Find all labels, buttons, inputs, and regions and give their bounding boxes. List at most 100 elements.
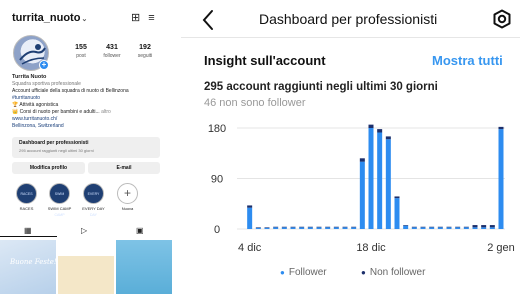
bar-follower[interactable] — [385, 139, 391, 229]
location-link[interactable]: Bellinzona, Switzerland — [12, 123, 64, 129]
bar-follower[interactable] — [420, 227, 426, 229]
bio-line: Account ufficiale della squadra di nuoto… — [12, 88, 129, 94]
bar-nonfollower[interactable] — [498, 126, 504, 130]
highlight-cover: RACES — [16, 183, 37, 204]
bar-nonfollower[interactable] — [307, 226, 313, 228]
highlight-cover: SWIM CAMP — [49, 183, 70, 217]
post-thumbnail[interactable]: Buone Feste! — [0, 240, 56, 294]
bar-follower[interactable] — [463, 227, 469, 229]
more-link[interactable]: altro — [101, 109, 111, 115]
bar-follower[interactable] — [255, 227, 261, 229]
hashtag-link[interactable]: #turritanuoto — [12, 95, 40, 101]
post-thumbnail[interactable] — [116, 240, 172, 294]
bar-nonfollower[interactable] — [281, 226, 287, 228]
bar-nonfollower[interactable] — [359, 158, 365, 162]
bar-follower[interactable] — [290, 227, 296, 229]
bar-nonfollower[interactable] — [455, 226, 461, 228]
bar-nonfollower[interactable] — [264, 227, 270, 228]
bar-nonfollower[interactable] — [489, 225, 495, 228]
reach-summary: 295 account raggiunti negli ultimi 30 gi… — [204, 81, 438, 93]
bar-follower[interactable] — [481, 227, 487, 229]
show-all-link[interactable]: Mostra tutti — [432, 53, 503, 68]
tagged-icon[interactable]: ▣ — [136, 226, 144, 235]
bar-follower[interactable] — [273, 227, 279, 229]
post-thumbnail[interactable] — [58, 240, 114, 294]
bar-follower[interactable] — [411, 227, 417, 229]
bar-nonfollower[interactable] — [385, 136, 391, 140]
bar-nonfollower[interactable] — [394, 196, 400, 199]
bar-follower[interactable] — [377, 132, 383, 229]
highlight-every-day[interactable]: EVERY DAY EVERY DAY — [82, 183, 105, 217]
stat-following[interactable]: 192 seguiti — [130, 44, 160, 59]
bar-nonfollower[interactable] — [333, 226, 339, 228]
header-divider — [181, 37, 520, 38]
bar-follower[interactable] — [472, 227, 478, 229]
bar-follower[interactable] — [342, 227, 348, 229]
bar-follower[interactable] — [489, 227, 495, 229]
bar-nonfollower[interactable] — [429, 226, 435, 228]
add-post-icon[interactable]: ⊞ — [131, 12, 140, 24]
bar-follower[interactable] — [333, 227, 339, 229]
bar-nonfollower[interactable] — [420, 226, 426, 228]
bar-nonfollower[interactable] — [411, 226, 417, 228]
bar-nonfollower[interactable] — [255, 227, 261, 228]
grid-icon[interactable]: ▦ — [24, 226, 32, 235]
back-arrow-icon[interactable] — [201, 9, 215, 31]
dashboard-subtitle: 295 account raggiunti negli ultimi 30 gi… — [19, 148, 94, 153]
add-story-icon[interactable]: + — [39, 60, 49, 70]
bar-follower[interactable] — [368, 128, 374, 229]
bar-follower[interactable] — [359, 161, 365, 229]
bar-nonfollower[interactable] — [290, 226, 296, 228]
bar-follower[interactable] — [325, 227, 331, 229]
highlight-label: RACES — [19, 206, 34, 211]
bar-nonfollower[interactable] — [351, 226, 357, 228]
edit-profile-button[interactable]: Modifica profilo — [12, 162, 85, 174]
bar-follower[interactable] — [351, 227, 357, 229]
bar-follower[interactable] — [307, 227, 313, 229]
bar-nonfollower[interactable] — [368, 124, 374, 128]
bar-follower[interactable] — [437, 227, 443, 229]
bar-follower[interactable] — [316, 227, 322, 229]
stat-followers[interactable]: 431 follower — [97, 44, 127, 59]
page-title: Dashboard per professionisti — [259, 11, 438, 27]
highlight-races[interactable]: RACES RACES — [16, 183, 37, 211]
bar-nonfollower[interactable] — [446, 226, 452, 228]
dashboard-card[interactable]: Dashboard per professionisti 295 account… — [12, 137, 160, 158]
bar-follower[interactable] — [403, 225, 409, 229]
bar-follower[interactable] — [299, 227, 305, 229]
bar-follower[interactable] — [394, 198, 400, 229]
bar-follower[interactable] — [446, 227, 452, 229]
email-button[interactable]: E-mail — [88, 162, 160, 174]
bar-follower[interactable] — [281, 227, 287, 229]
username-text: turrita_nuoto — [12, 12, 81, 24]
new-highlight-button[interactable]: + Nuova — [117, 183, 138, 211]
settings-icon[interactable] — [492, 9, 512, 29]
bar-nonfollower[interactable] — [273, 226, 279, 228]
bar-nonfollower[interactable] — [247, 205, 253, 208]
highlight-swim-camp[interactable]: SWIM CAMP SWIM CAMP — [48, 183, 71, 217]
bar-nonfollower[interactable] — [481, 225, 487, 228]
bar-follower[interactable] — [264, 227, 270, 229]
menu-icon[interactable]: ≡ — [148, 12, 154, 24]
profile-username[interactable]: turrita_nuoto⌄ — [12, 12, 87, 24]
bar-follower[interactable] — [455, 227, 461, 229]
bar-follower[interactable] — [247, 207, 253, 229]
bar-follower[interactable] — [429, 227, 435, 229]
bar-nonfollower[interactable] — [299, 226, 305, 228]
bar-nonfollower[interactable] — [342, 226, 348, 228]
chevron-down-icon[interactable]: ⌄ — [81, 16, 87, 23]
bar-nonfollower[interactable] — [316, 226, 322, 228]
bar-nonfollower[interactable] — [403, 225, 409, 226]
bar-nonfollower[interactable] — [437, 226, 443, 228]
reels-icon[interactable]: ▷ — [81, 226, 87, 235]
bar-nonfollower[interactable] — [463, 226, 469, 228]
bar-follower[interactable] — [498, 129, 504, 229]
highlight-label: EVERY DAY — [82, 206, 105, 211]
bar-nonfollower[interactable] — [377, 129, 383, 133]
insights-panel: Dashboard per professionisti Insight sul… — [181, 0, 520, 294]
legend-dot: ● — [361, 268, 366, 277]
stat-posts[interactable]: 155 post — [66, 44, 96, 59]
website-link[interactable]: www.turritanuoto.ch/ — [12, 116, 57, 122]
bar-nonfollower[interactable] — [472, 225, 478, 228]
bar-nonfollower[interactable] — [325, 226, 331, 228]
